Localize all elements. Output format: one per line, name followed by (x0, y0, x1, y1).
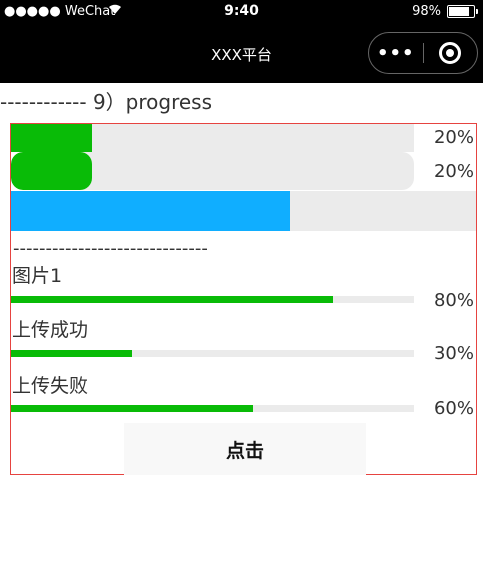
clock: 9:40 (224, 3, 259, 19)
upload-progress-track (11, 350, 414, 357)
upload-label: 上传失败 (12, 375, 89, 397)
battery-indicator: 98% (412, 4, 478, 19)
progress-panel: 20% 20% ------------------------------ 图… (10, 123, 477, 475)
progress-track (11, 124, 414, 152)
upload-label: 上传成功 (12, 319, 89, 341)
divider-line: ------------------------------ (13, 238, 208, 259)
section-title: ------------ 9）progress (0, 90, 213, 114)
upload-progress-track (11, 296, 414, 303)
close-button[interactable] (423, 42, 477, 64)
progress-track-rounded (11, 152, 414, 190)
progress-track-thick (11, 191, 476, 231)
progress-fill (11, 124, 92, 152)
menu-capsule: ••• (368, 32, 478, 74)
progress-fill (11, 152, 92, 190)
upload-progress-fill (11, 296, 334, 303)
upload-progress-fill (11, 350, 132, 357)
upload-percent: 80% (433, 290, 474, 311)
upload-percent: 30% (433, 343, 474, 364)
more-button[interactable]: ••• (369, 43, 423, 64)
upload-label: 图片1 (12, 265, 63, 287)
progress-percent: 20% (433, 127, 474, 148)
click-button[interactable]: 点击 (124, 423, 366, 475)
upload-percent: 60% (433, 398, 474, 419)
progress-row: 20% (11, 152, 476, 190)
navigation-bar: XXX平台 ••• (0, 24, 483, 83)
battery-icon (447, 5, 478, 18)
progress-fill (11, 191, 290, 231)
progress-row: 20% (11, 124, 476, 152)
target-close-icon (439, 42, 462, 64)
progress-percent: 20% (433, 161, 474, 182)
status-bar: ●●●●● WeChat 9:40 98% (0, 0, 483, 24)
upload-progress-track (11, 405, 414, 412)
battery-percent: 98% (412, 4, 441, 19)
upload-progress-fill (11, 405, 253, 412)
progress-row (11, 191, 476, 231)
